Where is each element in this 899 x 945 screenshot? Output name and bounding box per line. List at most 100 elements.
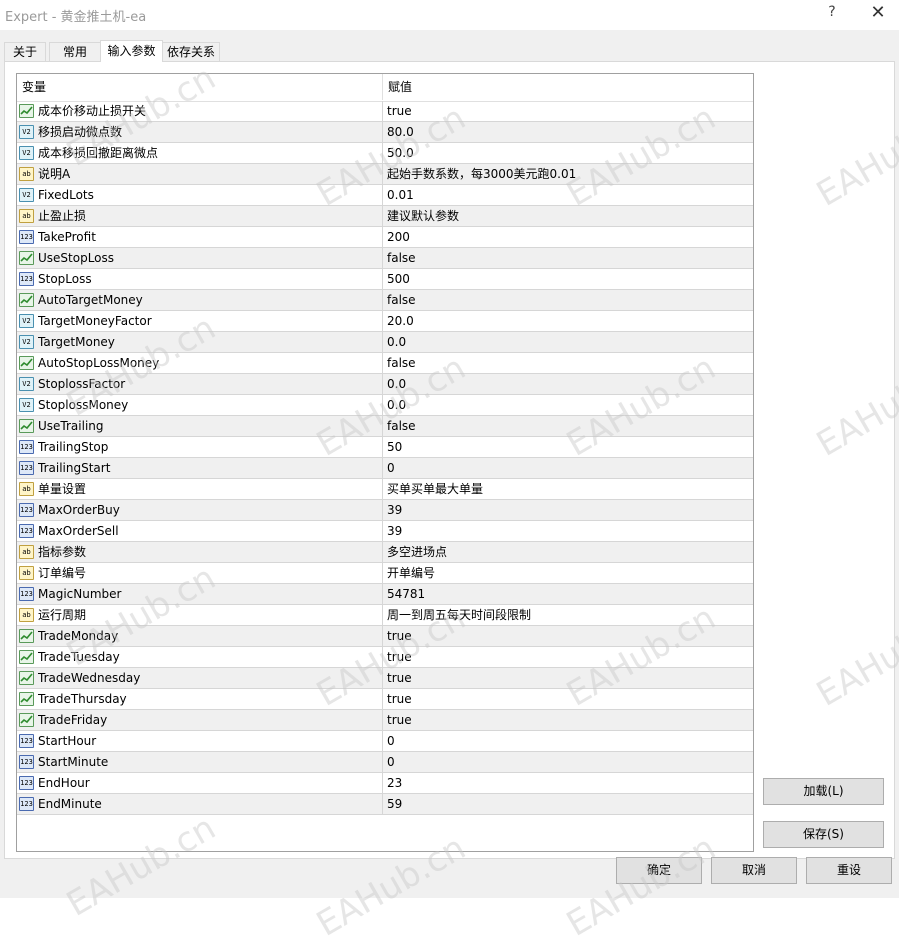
help-button[interactable]: ? — [822, 4, 842, 24]
column-divider — [382, 479, 383, 499]
int-icon: 123 — [19, 797, 34, 811]
param-value[interactable]: true — [387, 626, 747, 646]
param-name: TradeTuesday — [38, 650, 120, 664]
table-row[interactable]: 123 MagicNumber 54781 — [17, 584, 753, 605]
param-value[interactable]: true — [387, 668, 747, 688]
table-row[interactable]: UseStopLoss false — [17, 248, 753, 269]
table-row[interactable]: 123 EndHour 23 — [17, 773, 753, 794]
param-value[interactable]: false — [387, 290, 747, 310]
column-divider — [382, 206, 383, 226]
table-row[interactable]: TradeTuesday true — [17, 647, 753, 668]
param-name: TradeMonday — [38, 629, 119, 643]
icon-glyph: 123 — [20, 464, 33, 472]
table-row[interactable]: ab 运行周期 周一到周五每天时间段限制 — [17, 605, 753, 626]
param-value[interactable]: 0.0 — [387, 332, 747, 352]
tab-common[interactable]: 常用 — [49, 42, 101, 61]
int-icon: 123 — [19, 440, 34, 454]
column-divider — [382, 269, 383, 289]
table-row[interactable]: ab 单量设置 买单买单最大单量 — [17, 479, 753, 500]
table-row[interactable]: AutoStopLossMoney false — [17, 353, 753, 374]
param-value[interactable]: 建议默认参数 — [387, 206, 747, 226]
param-value[interactable]: 0.0 — [387, 395, 747, 415]
param-name: 止盈止损 — [38, 209, 87, 223]
param-value[interactable]: 0 — [387, 458, 747, 478]
bool-icon — [19, 356, 34, 370]
param-value[interactable]: true — [387, 689, 747, 709]
table-row[interactable]: V2 StoplossFactor 0.0 — [17, 374, 753, 395]
column-divider — [382, 332, 383, 352]
table-row[interactable]: 123 TakeProfit 200 — [17, 227, 753, 248]
cancel-button[interactable]: 取消 — [711, 857, 797, 884]
param-name: StopLoss — [38, 272, 92, 286]
header-variable[interactable]: 变量 — [17, 74, 383, 100]
column-divider — [382, 668, 383, 688]
param-value[interactable]: true — [387, 647, 747, 667]
param-value[interactable]: 50 — [387, 437, 747, 457]
param-name: MagicNumber — [38, 587, 122, 601]
table-row[interactable]: V2 StoplossMoney 0.0 — [17, 395, 753, 416]
tab-inputs[interactable]: 输入参数 — [100, 40, 163, 62]
param-value[interactable]: 23 — [387, 773, 747, 793]
table-row[interactable]: UseTrailing false — [17, 416, 753, 437]
param-value[interactable]: 0 — [387, 752, 747, 772]
table-row[interactable]: ab 订单编号 开单编号 — [17, 563, 753, 584]
param-name: EndHour — [38, 776, 90, 790]
param-value[interactable]: 周一到周五每天时间段限制 — [387, 605, 747, 625]
table-row[interactable]: 123 EndMinute 59 — [17, 794, 753, 815]
table-row[interactable]: 123 TrailingStart 0 — [17, 458, 753, 479]
param-value[interactable]: 50.0 — [387, 143, 747, 163]
column-divider — [382, 563, 383, 583]
param-value[interactable]: true — [387, 101, 747, 121]
table-row[interactable]: 成本价移动止损开关 true — [17, 101, 753, 122]
table-row[interactable]: AutoTargetMoney false — [17, 290, 753, 311]
table-row[interactable]: ab 说明A 起始手数系数，每3000美元跑0.01 — [17, 164, 753, 185]
param-value[interactable]: 多空进场点 — [387, 542, 747, 562]
save-button[interactable]: 保存(S) — [763, 821, 884, 848]
param-value[interactable]: 开单编号 — [387, 563, 747, 583]
icon-glyph: 123 — [20, 800, 33, 808]
table-row[interactable]: V2 移损启动微点数 80.0 — [17, 122, 753, 143]
param-value[interactable]: 0.01 — [387, 185, 747, 205]
icon-glyph: V2 — [22, 191, 31, 199]
param-value[interactable]: true — [387, 710, 747, 730]
param-value[interactable]: 500 — [387, 269, 747, 289]
table-row[interactable]: V2 成本移损回撤距离微点 50.0 — [17, 143, 753, 164]
param-value[interactable]: 80.0 — [387, 122, 747, 142]
table-row[interactable]: 123 StartHour 0 — [17, 731, 753, 752]
table-row[interactable]: TradeWednesday true — [17, 668, 753, 689]
header-value[interactable]: 赋值 — [383, 74, 753, 100]
table-row[interactable]: V2 TargetMoneyFactor 20.0 — [17, 311, 753, 332]
param-value[interactable]: 39 — [387, 500, 747, 520]
param-value[interactable]: false — [387, 248, 747, 268]
tab-about[interactable]: 关于 — [4, 42, 46, 61]
table-row[interactable]: TradeMonday true — [17, 626, 753, 647]
icon-glyph: V2 — [22, 149, 31, 157]
reset-button[interactable]: 重设 — [806, 857, 892, 884]
param-value[interactable]: 20.0 — [387, 311, 747, 331]
table-row[interactable]: V2 TargetMoney 0.0 — [17, 332, 753, 353]
param-value[interactable]: false — [387, 353, 747, 373]
table-row[interactable]: 123 StartMinute 0 — [17, 752, 753, 773]
tab-dependencies[interactable]: 依存关系 — [162, 42, 220, 61]
load-button[interactable]: 加载(L) — [763, 778, 884, 805]
param-value[interactable]: 0 — [387, 731, 747, 751]
param-value[interactable]: 39 — [387, 521, 747, 541]
table-row[interactable]: TradeFriday true — [17, 710, 753, 731]
table-row[interactable]: ab 止盈止损 建议默认参数 — [17, 206, 753, 227]
table-row[interactable]: 123 MaxOrderBuy 39 — [17, 500, 753, 521]
table-row[interactable]: 123 MaxOrderSell 39 — [17, 521, 753, 542]
param-value[interactable]: 54781 — [387, 584, 747, 604]
table-row[interactable]: 123 TrailingStop 50 — [17, 437, 753, 458]
param-value[interactable]: 0.0 — [387, 374, 747, 394]
param-value[interactable]: false — [387, 416, 747, 436]
table-row[interactable]: V2 FixedLots 0.01 — [17, 185, 753, 206]
ok-button[interactable]: 确定 — [616, 857, 702, 884]
param-value[interactable]: 起始手数系数，每3000美元跑0.01 — [387, 164, 747, 184]
table-row[interactable]: TradeThursday true — [17, 689, 753, 710]
table-row[interactable]: ab 指标参数 多空进场点 — [17, 542, 753, 563]
param-value[interactable]: 59 — [387, 794, 747, 814]
table-row[interactable]: 123 StopLoss 500 — [17, 269, 753, 290]
param-value[interactable]: 买单买单最大单量 — [387, 479, 747, 499]
close-button[interactable]: ✕ — [866, 3, 890, 25]
param-value[interactable]: 200 — [387, 227, 747, 247]
